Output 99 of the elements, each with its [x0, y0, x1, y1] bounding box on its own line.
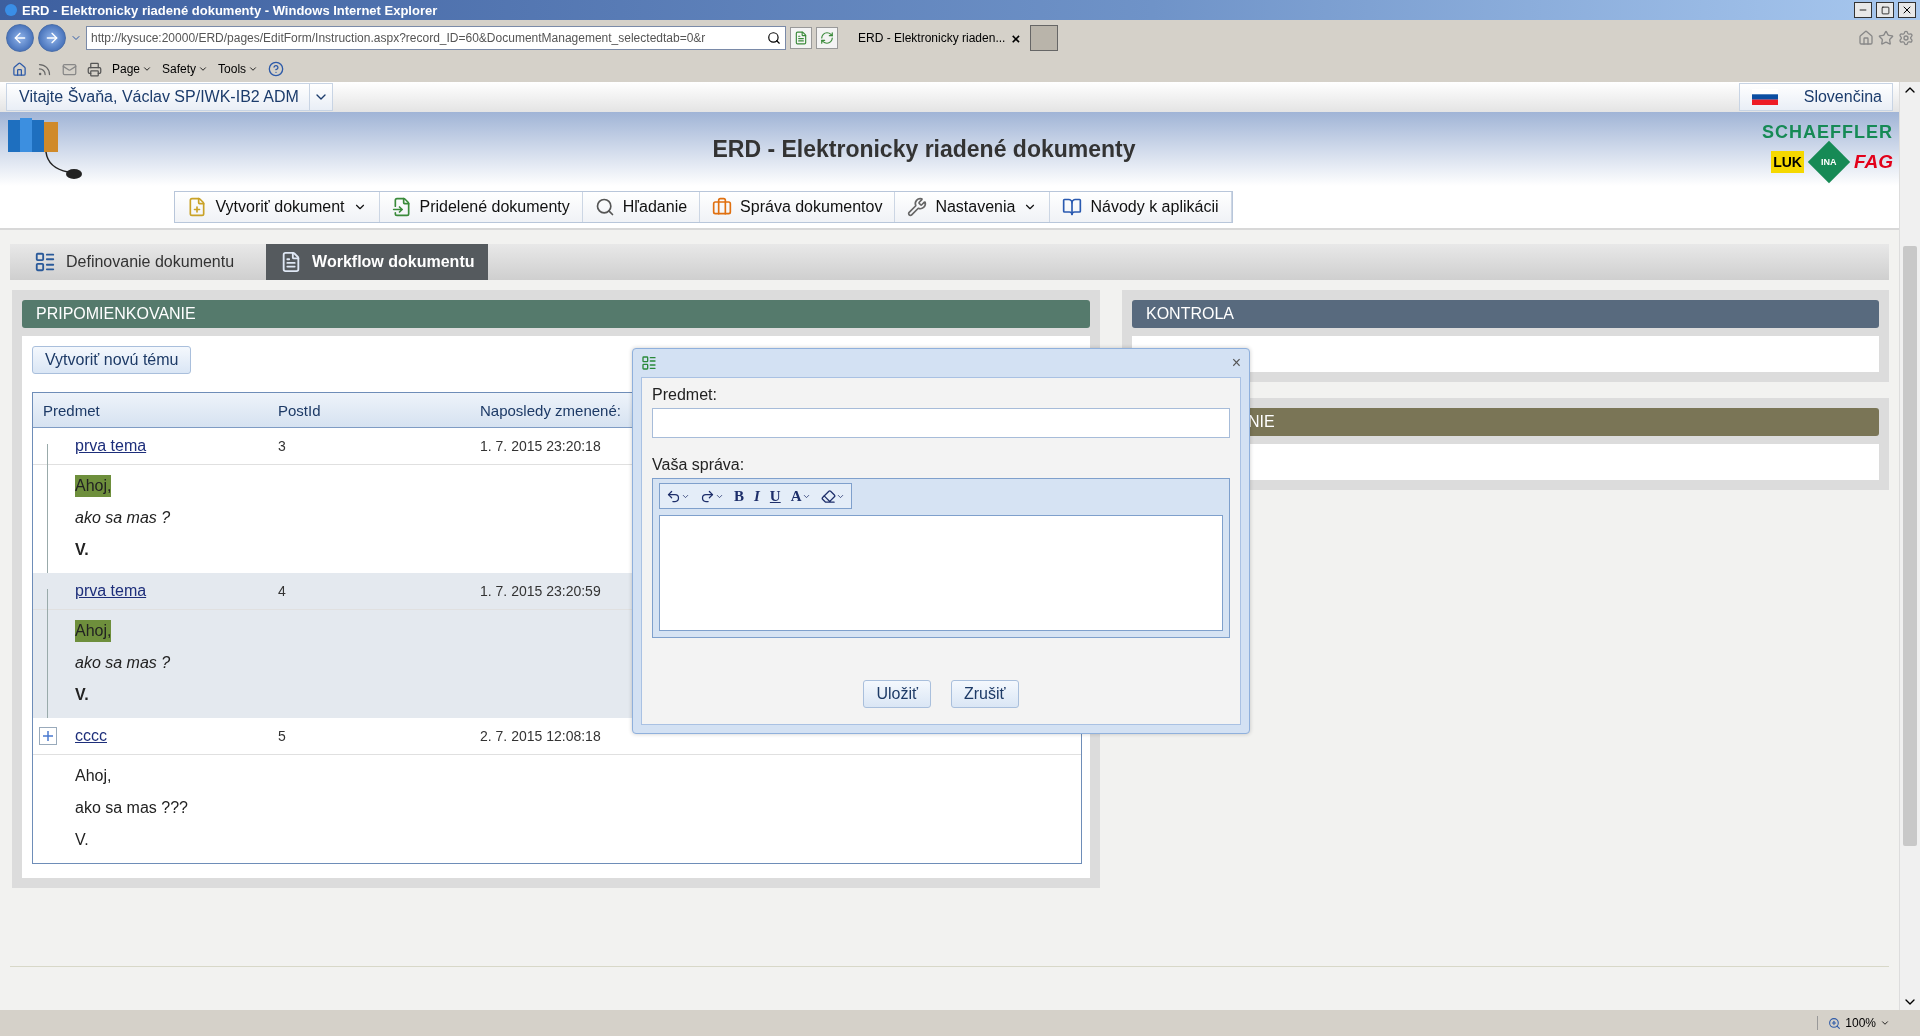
field-label: Vaša správa: — [652, 456, 746, 474]
compat-button[interactable] — [790, 27, 812, 49]
message-line: Ahoj, — [75, 766, 112, 786]
caret-icon — [142, 64, 153, 74]
back-button[interactable] — [6, 24, 34, 52]
format-button[interactable]: A — [788, 487, 813, 505]
flag-icon — [1751, 89, 1778, 105]
command-menu[interactable]: Tools — [218, 62, 259, 76]
help-icon[interactable] — [268, 61, 285, 77]
wrench-icon — [907, 197, 928, 217]
caret-icon — [198, 64, 209, 74]
post-id: 3 — [277, 438, 287, 454]
modified-date: 1. 7. 2015 23:20:59 — [479, 583, 602, 599]
brand-logo: INA — [1807, 140, 1851, 183]
menu-item[interactable]: Vytvoriť dokument — [175, 192, 380, 222]
refresh-button[interactable] — [816, 27, 838, 49]
undo-icon — [666, 488, 681, 504]
address-field[interactable]: http://kysuce:20000/ERD/pages/EditForm/Instruction.aspx?record_ID=60&DocumentManagement_selectedtab=0&r — [86, 26, 786, 50]
command-menu[interactable]: Page — [112, 62, 153, 76]
home-icon[interactable] — [12, 61, 27, 77]
forward-arrow-icon — [44, 30, 60, 46]
expand-icon[interactable] — [39, 727, 57, 745]
zoom-control[interactable]: 100% — [1817, 1016, 1900, 1030]
new-topic-button[interactable]: Vytvoriť novú tému — [32, 346, 192, 374]
message-field[interactable] — [659, 515, 1223, 631]
book-icon — [1062, 197, 1083, 217]
panel-header: PRIPOMIENKOVANIE — [22, 300, 1090, 328]
brand-logo: SCHAEFFLER — [1762, 121, 1893, 143]
close-icon — [1901, 4, 1913, 16]
eraser-icon — [820, 488, 836, 504]
menu-item[interactable]: Návody k aplikácii — [1050, 192, 1232, 222]
subject-field[interactable] — [652, 408, 1230, 438]
column-header: Naposledy zmenené: — [479, 401, 622, 419]
document-icon — [187, 197, 208, 217]
search-icon — [594, 197, 615, 217]
menu-item[interactable]: Hľadanie — [582, 192, 701, 222]
column-header: PostId — [277, 401, 322, 419]
topic-link[interactable]: cccc — [75, 727, 107, 745]
modified-date: 1. 7. 2015 23:20:18 — [479, 438, 602, 454]
field-label: Predmet: — [652, 386, 718, 404]
brand-logo: FAG — [1853, 150, 1893, 173]
browser-logo-icon — [4, 3, 18, 17]
tab-close-button[interactable]: × — [1011, 29, 1021, 47]
format-button[interactable]: B — [732, 487, 746, 505]
message-line: V. — [75, 830, 89, 850]
minimize-button[interactable] — [1854, 2, 1872, 18]
close-button[interactable]: × — [1231, 354, 1241, 372]
briefcase-icon — [712, 197, 733, 217]
save-button[interactable]: Uložiť — [863, 680, 931, 708]
brand-logo: LUK — [1771, 150, 1804, 173]
message-line: ako sa mas ? — [75, 653, 171, 673]
topic-link[interactable]: prva tema — [75, 437, 147, 455]
column-header: Predmet — [42, 401, 101, 419]
window-title: ERD - Elektronicky riadené dokumenty - Windows Internet Explorer — [22, 2, 439, 18]
post-id: 5 — [277, 728, 287, 744]
panel-header: KONTROLA — [1132, 300, 1879, 328]
star-icon[interactable] — [1878, 30, 1894, 46]
caret-icon — [248, 64, 259, 74]
close-button[interactable] — [1898, 2, 1916, 18]
message-line: V. — [75, 685, 89, 705]
document-icon — [391, 197, 412, 217]
address-text: http://kysuce:20000/ERD/pages/EditForm/Instruction.aspx?record_ID=60&DocumentManagement_selectedtab=0&r — [91, 31, 707, 45]
page-icon — [794, 31, 808, 45]
menu-item[interactable]: Správa dokumentov — [700, 192, 896, 222]
forward-button[interactable] — [38, 24, 66, 52]
post-id: 4 — [277, 583, 287, 599]
menu-item[interactable]: Pridelené dokumenty — [379, 192, 583, 222]
printer-icon[interactable] — [87, 61, 102, 77]
format-button[interactable]: I — [752, 487, 762, 505]
topic-link[interactable]: prva tema — [75, 582, 147, 600]
restore-button[interactable] — [1876, 2, 1894, 18]
caret-icon — [1880, 1018, 1890, 1028]
scroll-thumb[interactable] — [1903, 246, 1917, 846]
zoom-icon — [1828, 1016, 1842, 1030]
user-menu[interactable]: Vitajte Švaňa, Václav SP/IWK-IB2 ADM — [6, 83, 333, 111]
restore-icon — [1880, 5, 1890, 15]
mail-icon[interactable] — [62, 61, 77, 77]
message-line: ako sa mas ??? — [75, 798, 188, 818]
message-line: ako sa mas ? — [75, 508, 171, 528]
language-selector[interactable]: Slovenčina — [1738, 83, 1893, 111]
message-line: V. — [75, 540, 89, 560]
tab[interactable]: Definovanie dokumentu — [20, 244, 249, 280]
form-icon — [34, 251, 56, 273]
feed-icon[interactable] — [37, 61, 52, 77]
home-icon[interactable] — [1858, 30, 1874, 46]
settings-icon[interactable] — [1898, 30, 1914, 46]
cancel-button[interactable]: Zrušiť — [951, 680, 1019, 708]
redo-icon — [700, 488, 715, 504]
dialog-icon — [641, 355, 657, 371]
menu-item[interactable]: Nastavenia — [895, 192, 1051, 222]
refresh-icon — [820, 31, 834, 45]
search-icon[interactable] — [767, 31, 781, 45]
tab[interactable]: Workflow dokumentu — [266, 244, 489, 280]
tab-title: ERD - Elektronicky riaden... — [858, 31, 1006, 45]
format-button[interactable]: U — [767, 487, 783, 505]
new-tab-button[interactable] — [1030, 25, 1059, 51]
modified-date: 2. 7. 2015 12:08:18 — [479, 728, 602, 744]
command-menu[interactable]: Safety — [162, 62, 209, 76]
page-title: ERD - Elektronicky riadené dokumenty — [711, 135, 1137, 163]
